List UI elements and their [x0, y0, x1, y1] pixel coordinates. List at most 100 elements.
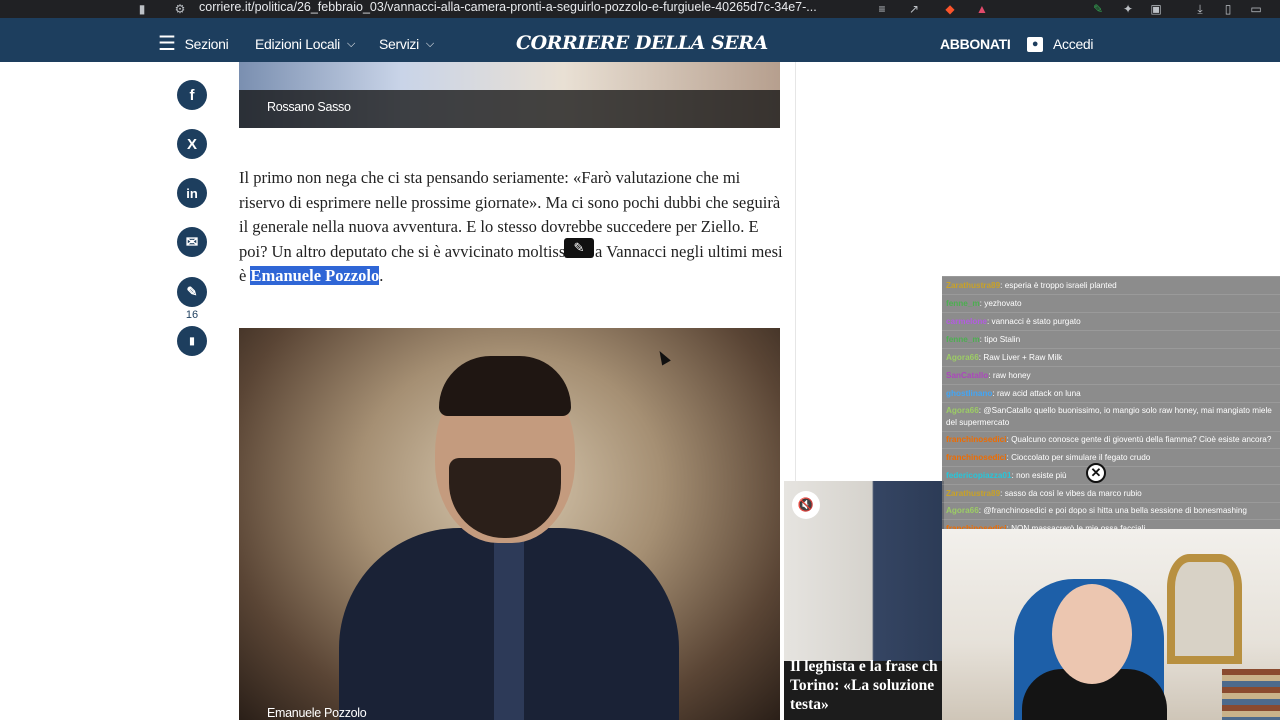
webcam-person-face [1052, 584, 1132, 684]
chat-text: : @franchinosedici e poi dopo si hitta u… [978, 506, 1247, 515]
webcam-mirror [1167, 554, 1242, 664]
column-divider [795, 62, 796, 482]
chat-text: : Cioccolato per simulare il fegato crud… [1006, 453, 1151, 462]
article-photo-top: Rossano Sasso [239, 62, 780, 128]
chat-text: : vannacci è stato purgato [986, 317, 1081, 326]
close-video-button[interactable]: ✕ [1086, 463, 1106, 483]
linkedin-icon: in [186, 185, 198, 201]
services-label: Servizi [379, 36, 419, 52]
chat-username: federicopiazza01 [946, 471, 1012, 480]
brave-shield-icon[interactable]: ◆ [942, 2, 958, 16]
sidebar-icon[interactable]: ▯ [1220, 2, 1236, 16]
chat-text: : tipo Stalin [979, 335, 1021, 344]
linkedin-share-button[interactable]: in [177, 178, 207, 208]
site-settings-icon[interactable]: ⚙ [172, 2, 188, 16]
extensions-icon[interactable]: ✦ [1120, 2, 1136, 16]
rewards-icon[interactable]: ▲ [974, 2, 990, 16]
chat-username: Agora66 [946, 406, 979, 415]
bookmark-button[interactable]: ▮ [177, 326, 207, 356]
article-photo-main: Emanuele Pozzolo [239, 328, 780, 720]
chat-message: franchinosedici: Qualcuno conosce gente … [942, 431, 1280, 448]
photo-tie [494, 538, 524, 720]
hamburger-icon: ☰ [158, 33, 176, 55]
webcam-bookshelf [1222, 669, 1280, 720]
chat-text: : Raw Liver + Raw Milk [978, 353, 1063, 362]
user-icon: ● [1027, 36, 1043, 52]
chevron-down-icon: ⌵ [425, 37, 434, 50]
local-editions-menu[interactable]: Edizioni Locali ⌵ [255, 26, 355, 62]
chat-username: Zarathustra89 [946, 281, 1001, 290]
chat-username: SanCatallo [946, 371, 989, 380]
chat-username: fenne_m [946, 299, 980, 308]
chat-text: : non esiste più [1011, 471, 1067, 480]
chat-username: Zarathustra89 [946, 489, 1001, 498]
chat-text: : yezhovato [979, 299, 1022, 308]
comments-count: 16 [185, 309, 199, 321]
chat-username: Agora66 [946, 353, 979, 362]
bookmark-icon[interactable]: ▮ [134, 2, 150, 16]
chat-text: : Qualcuno conosce gente di gioventù del… [1006, 435, 1272, 444]
chat-username: franchinosedici [946, 453, 1007, 462]
photo-caption: Emanuele Pozzolo [267, 706, 367, 720]
chat-text: : raw acid attack on luna [992, 389, 1081, 398]
highlighted-name[interactable]: Emanuele Pozzolo [250, 266, 380, 286]
comment-icon: ✎ [186, 284, 198, 299]
mute-icon: 🔇 [797, 497, 815, 512]
streamer-webcam [942, 529, 1280, 720]
chat-text: : esperia è troppo israeli planted [1000, 281, 1117, 290]
stream-chat-overlay: Zarathustra89: esperia è troppo israeli … [942, 276, 1280, 529]
chat-message: federicopiazza01: non esiste più [942, 466, 1280, 484]
login-button[interactable]: ● Accedi [1027, 26, 1094, 62]
reader-icon[interactable]: ≡ [874, 2, 890, 16]
chat-message: Zarathustra89: esperia è troppo israeli … [942, 276, 1280, 294]
sections-label: Sezioni [184, 36, 229, 52]
services-menu[interactable]: Servizi ⌵ [379, 26, 434, 62]
email-share-button[interactable]: ✉ [177, 227, 207, 257]
chat-message: fenne_m: yezhovato [942, 294, 1280, 312]
browser-toolbar: ▮ ⚙ corriere.it/politica/26_febbraio_03/… [0, 0, 1280, 18]
chevron-down-icon: ⌵ [347, 37, 356, 50]
close-icon: ✕ [1090, 465, 1102, 480]
chat-username: ghostlinano [946, 389, 993, 398]
chat-username: fenne_m [946, 335, 980, 344]
site-logo[interactable]: CORRIERE DELLA SERA [516, 32, 768, 54]
video-title-line: Il leghista e la frase ch [790, 658, 938, 675]
share-icon[interactable]: ↗ [906, 2, 922, 16]
chat-message: Agora66: @franchinosedici e poi dopo si … [942, 502, 1280, 519]
chat-message: Agora66: Raw Liver + Raw Milk [942, 348, 1280, 366]
extension-pen-icon[interactable]: ✎ [1090, 2, 1106, 16]
local-editions-label: Edizioni Locali [255, 36, 340, 52]
login-label: Accedi [1053, 36, 1094, 52]
chat-username: Agora66 [946, 506, 979, 515]
comments-button[interactable]: ✎ [177, 277, 207, 307]
subscribe-link[interactable]: ABBONATI [940, 26, 1011, 62]
chat-message: franchinosedici: NON massacrerò le mie o… [942, 519, 1280, 529]
x-share-button[interactable]: X [177, 129, 207, 159]
chat-message: SanCatallo: raw honey [942, 366, 1280, 384]
mute-button[interactable]: 🔇 [792, 491, 820, 519]
sections-menu[interactable]: ☰ Sezioni [158, 26, 229, 62]
address-bar[interactable]: corriere.it/politica/26_febbraio_03/vann… [199, 0, 864, 14]
chat-text: : sasso da così le vibes da marco rubio [1000, 489, 1142, 498]
video-title[interactable]: Il leghista e la frase ch Torino: «La so… [790, 657, 944, 714]
facebook-share-button[interactable]: f [177, 80, 207, 110]
video-title-line: Torino: «La soluzione [790, 677, 935, 694]
downloads-icon[interactable]: ⤓ [1192, 2, 1208, 16]
paragraph-end: . [379, 266, 384, 286]
site-navbar: ☰ Sezioni Edizioni Locali ⌵ Servizi ⌵ CO… [0, 26, 1280, 62]
wallet-icon[interactable]: ▣ [1148, 2, 1164, 16]
chat-message: franchinosedici: Cioccolato per simulare… [942, 448, 1280, 466]
wallet-icon-2[interactable]: ▭ [1248, 2, 1264, 16]
chat-message: Agora66: @SanCatallo quello buonissimo, … [942, 402, 1280, 431]
chat-message: Zarathustra89: sasso da così le vibes da… [942, 484, 1280, 502]
chat-message: ghostlinano: raw acid attack on luna [942, 384, 1280, 402]
photo-caption: Rossano Sasso [267, 100, 351, 114]
x-icon: X [186, 135, 197, 153]
photo-hair [439, 356, 571, 416]
bookmark-icon: ▮ [189, 335, 195, 347]
chat-username: carmelone [946, 317, 987, 326]
mail-icon: ✉ [185, 234, 199, 251]
annotation-pen-icon[interactable]: ✎ [564, 238, 594, 258]
article-paragraph: Il primo non nega che ci sta pensando se… [239, 166, 784, 289]
video-title-line: testa» [790, 696, 829, 713]
